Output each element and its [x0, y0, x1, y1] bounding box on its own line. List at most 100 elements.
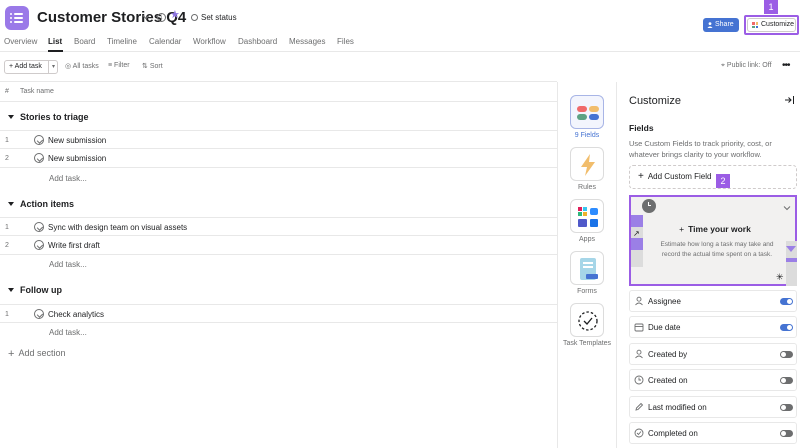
task-number: 1 — [5, 137, 9, 144]
table-row[interactable]: 1 Check analytics — [0, 304, 557, 323]
table-row[interactable]: 1 Sync with design team on visual assets — [0, 217, 557, 236]
fields-icon — [577, 106, 599, 120]
field-label: Due date — [648, 323, 681, 332]
add-section-button[interactable]: + Add section — [8, 348, 65, 360]
tab-overview[interactable]: Overview — [4, 36, 37, 48]
task-name[interactable]: Write first draft — [48, 241, 100, 250]
rail-fields-button[interactable] — [570, 95, 604, 129]
tab-dashboard[interactable]: Dashboard — [238, 36, 277, 48]
project-header: Customer Stories Q4 i ★ Set status Share… — [0, 0, 800, 52]
sort-button[interactable]: ⇅ Sort — [142, 62, 163, 70]
field-toggle[interactable] — [780, 404, 793, 411]
set-status-label: Set status — [201, 13, 237, 22]
field-label: Assignee — [648, 297, 681, 306]
task-number: 1 — [5, 224, 9, 231]
fields-description: Use Custom Fields to track priority, cos… — [629, 139, 772, 159]
complete-check-icon[interactable] — [34, 309, 44, 319]
field-label: Created by — [648, 350, 688, 359]
person-icon — [707, 22, 713, 28]
field-toggle[interactable] — [780, 430, 793, 437]
filter-button[interactable]: ≡ Filter — [108, 62, 130, 69]
calendar-icon — [634, 323, 644, 332]
customize-panel: Customize Fields Use Custom Fields to tr… — [616, 82, 800, 448]
task-name[interactable]: New submission — [48, 136, 106, 145]
filter-icon: ≡ — [108, 62, 113, 69]
promo-title: + Time your work — [631, 224, 799, 234]
tab-timeline[interactable]: Timeline — [107, 36, 137, 48]
tab-list[interactable]: List — [48, 36, 62, 48]
section-header[interactable]: Stories to triage — [8, 112, 89, 122]
column-number-header: # — [5, 88, 9, 95]
tab-board[interactable]: Board — [74, 36, 95, 48]
rail-rules-button[interactable] — [570, 147, 604, 181]
task-name[interactable]: Sync with design team on visual assets — [48, 223, 187, 232]
complete-check-icon[interactable] — [34, 222, 44, 232]
tab-calendar[interactable]: Calendar — [149, 36, 181, 48]
rail-task-templates-button[interactable] — [570, 303, 604, 337]
field-toggle[interactable] — [780, 351, 793, 358]
task-number: 1 — [5, 311, 9, 318]
fields-heading: Fields — [629, 123, 654, 133]
task-name[interactable]: New submission — [48, 154, 106, 163]
time-your-work-promo[interactable]: ↗ ✳ + Time your work Estimate how long a … — [629, 195, 797, 286]
public-link-toggle[interactable]: ⌖ Public link: Off — [721, 62, 772, 70]
table-row[interactable]: 1 New submission — [0, 130, 557, 149]
field-label: Completed on — [648, 429, 698, 438]
table-row[interactable]: 2 Write first draft — [0, 236, 557, 255]
complete-check-icon[interactable] — [34, 153, 44, 163]
add-task-link[interactable]: Add task... — [49, 328, 87, 337]
collapse-triangle-icon[interactable] — [8, 202, 14, 206]
section-header[interactable]: Action items — [8, 199, 74, 209]
all-tasks-filter[interactable]: ◎ All tasks — [65, 62, 99, 70]
task-templates-icon — [578, 311, 598, 331]
tab-messages[interactable]: Messages — [289, 36, 325, 48]
rail-rules-label: Rules — [578, 184, 596, 191]
task-name[interactable]: Check analytics — [48, 310, 104, 319]
column-task-name-header[interactable]: Task name — [20, 88, 54, 95]
field-row-created-by: Created by — [629, 343, 797, 365]
apps-icon — [578, 207, 598, 227]
field-toggle[interactable] — [780, 324, 793, 331]
link-icon: ⌖ — [721, 62, 725, 69]
info-icon[interactable]: i — [157, 13, 166, 22]
filter-label: Filter — [114, 62, 130, 69]
rail-fields-label: 9 Fields — [574, 132, 600, 139]
add-task-link[interactable]: Add task... — [49, 260, 87, 269]
person-icon — [635, 349, 643, 359]
add-custom-field-button[interactable]: + Add Custom Field — [629, 165, 797, 189]
tab-workflow[interactable]: Workflow — [193, 36, 226, 48]
section-header[interactable]: Follow up — [8, 285, 62, 295]
collapse-triangle-icon[interactable] — [8, 288, 14, 292]
rail-forms-label: Forms — [577, 288, 597, 295]
table-row[interactable]: 2 New submission — [0, 149, 557, 168]
share-button[interactable]: Share — [703, 18, 739, 32]
project-list-icon[interactable] — [5, 6, 29, 30]
sort-icon: ⇅ — [142, 63, 148, 70]
pencil-icon — [635, 402, 644, 411]
rail-task-templates-label: Task Templates — [562, 340, 612, 347]
chevron-down-icon[interactable] — [783, 205, 791, 211]
rail-apps-label: Apps — [579, 236, 595, 243]
rail-apps-button[interactable] — [570, 199, 604, 233]
field-label: Created on — [648, 376, 688, 385]
complete-check-icon[interactable] — [34, 240, 44, 250]
add-task-button[interactable]: + Add task ▾ — [4, 60, 58, 74]
task-number: 2 — [5, 155, 9, 162]
share-label: Share — [715, 21, 734, 28]
complete-check-icon[interactable] — [34, 135, 44, 145]
chevron-down-icon[interactable]: ▾ — [52, 61, 55, 73]
field-toggle[interactable] — [780, 377, 793, 384]
set-status-button[interactable]: Set status — [191, 13, 237, 22]
rail-forms-button[interactable] — [570, 251, 604, 285]
section-title: Follow up — [20, 285, 62, 295]
more-options-icon[interactable]: ••• — [782, 60, 790, 71]
field-toggle[interactable] — [780, 298, 793, 305]
collapse-triangle-icon[interactable] — [8, 115, 14, 119]
chevron-down-icon[interactable] — [141, 12, 151, 22]
add-task-link[interactable]: Add task... — [49, 174, 87, 183]
add-custom-field-label: Add Custom Field — [647, 172, 712, 181]
star-icon[interactable]: ★ — [170, 10, 180, 21]
collapse-panel-icon[interactable] — [784, 95, 795, 105]
promo-description: Estimate how long a task may take and re… — [660, 241, 774, 258]
tab-files[interactable]: Files — [337, 36, 354, 48]
